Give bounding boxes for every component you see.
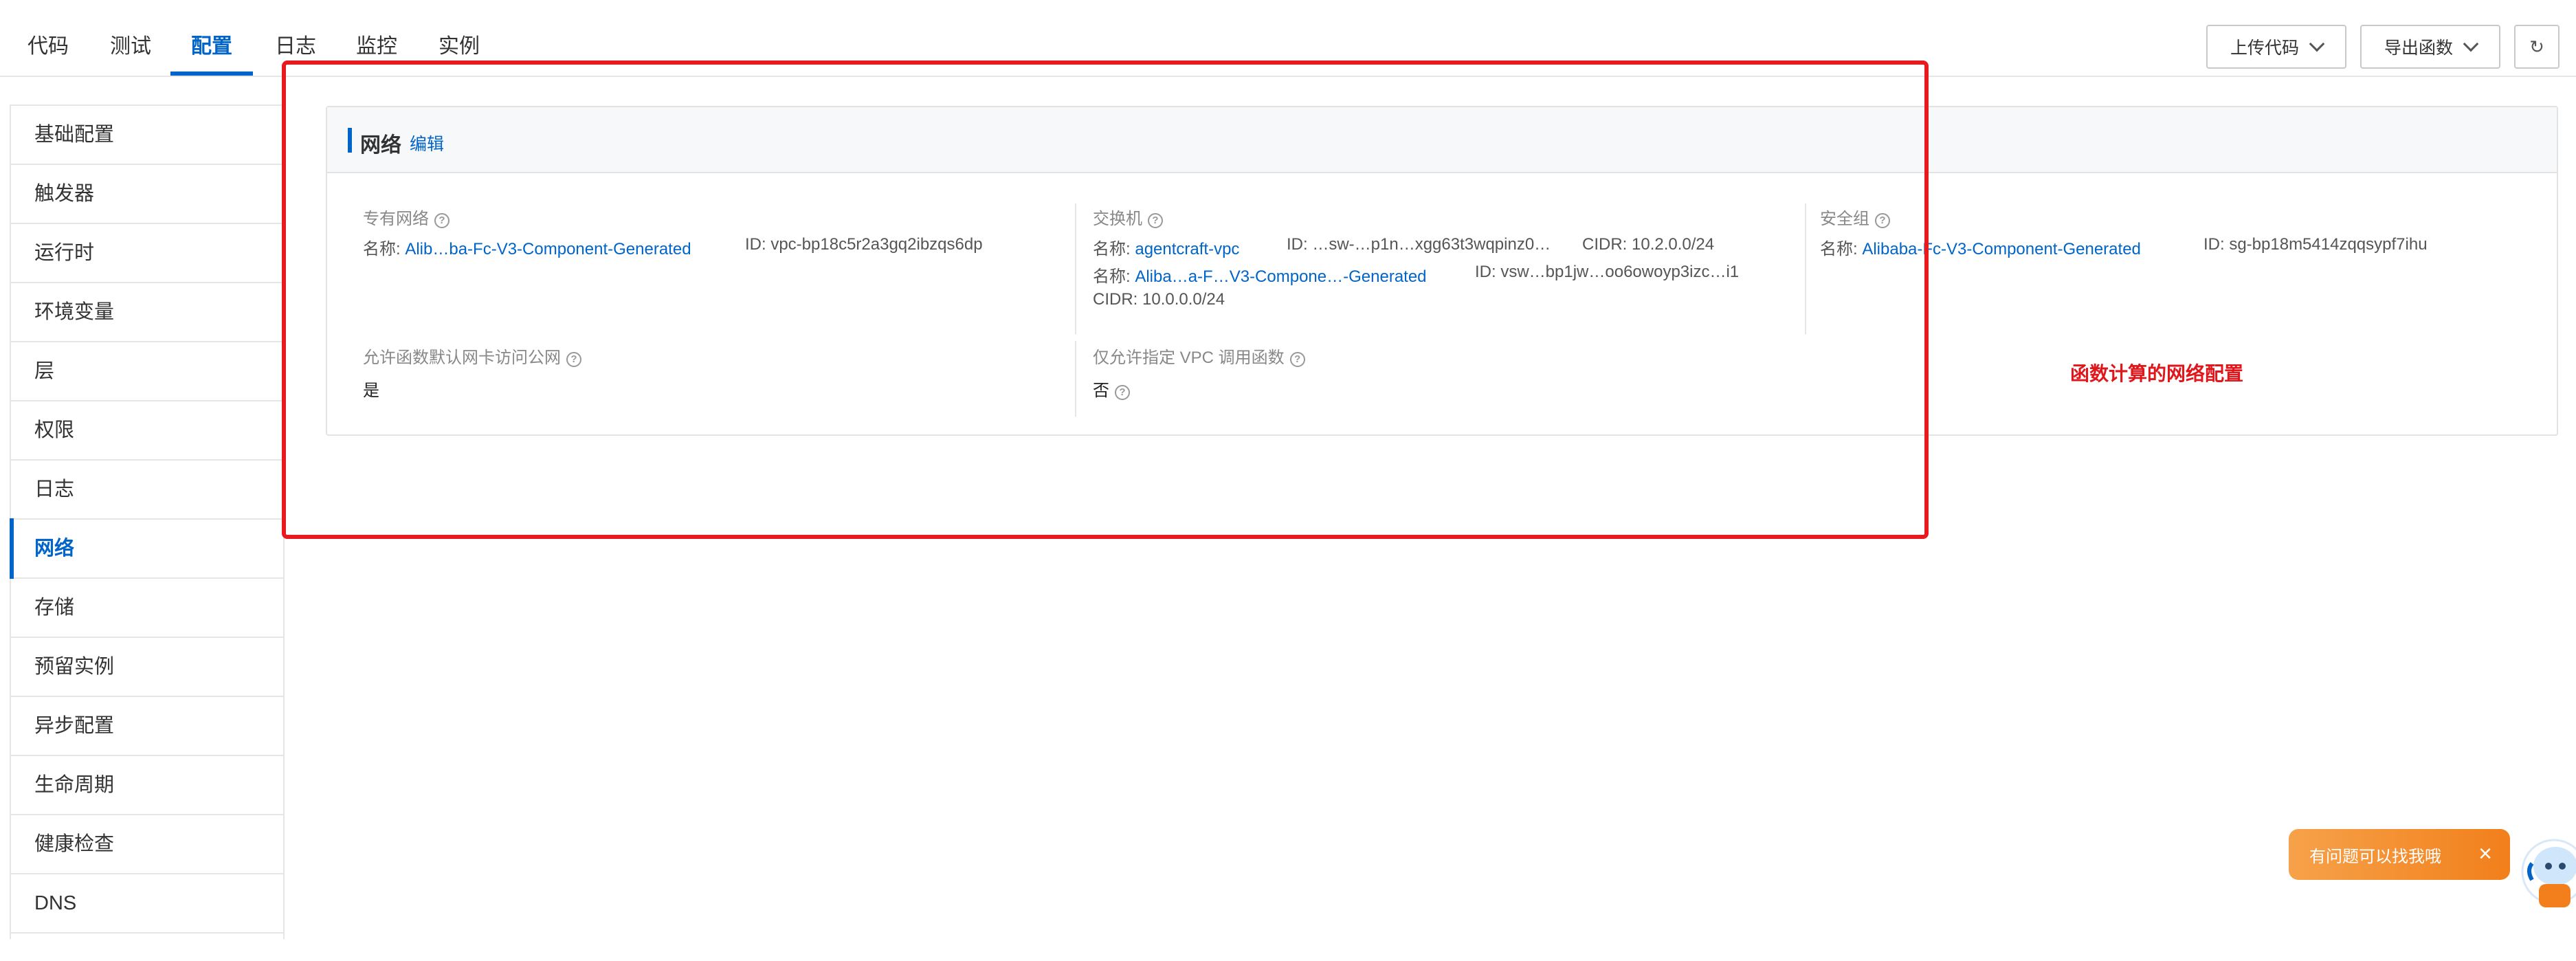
sidebar-item-provisioned[interactable]: 预留实例: [11, 638, 283, 697]
upload-code-button[interactable]: 上传代码: [2206, 25, 2346, 69]
security-group-name-prefix: 名称:: [1820, 240, 1858, 258]
sidebar-item-layers[interactable]: 层: [11, 342, 283, 401]
vpc-id: ID: vpc-bp18c5r2a3gq2ibzqs6dp: [745, 235, 983, 254]
vswitch-label: 交换机?: [1093, 205, 1163, 229]
sidebar-item-lifecycle[interactable]: 生命周期: [11, 756, 283, 815]
security-group-id: ID: sg-bp18m5414zqqsypf7ihu: [2203, 235, 2428, 254]
vpc-name-prefix: 名称:: [363, 240, 401, 258]
column-divider: [1075, 341, 1076, 417]
column-divider: [1075, 203, 1076, 334]
help-icon[interactable]: ?: [1148, 213, 1163, 228]
tab-code[interactable]: 代码: [27, 30, 69, 76]
sidebar-item-permissions[interactable]: 权限: [11, 401, 283, 461]
network-panel: 网络 编辑 专有网络? 名称: Alib…ba-Fc-V3-Component-…: [326, 106, 2558, 436]
vpc-invoke-only-row: 否?: [1093, 377, 1130, 401]
export-function-label: 导出函数: [2384, 38, 2453, 58]
vswitch-row2-name: 名称: Aliba…a-F…V3-Compone…-Generated: [1093, 263, 1427, 287]
vswitch-name-link[interactable]: agentcraft-vpc: [1135, 240, 1239, 258]
sidebar-item-logs[interactable]: 日志: [11, 461, 283, 520]
help-icon[interactable]: ?: [434, 213, 449, 228]
help-icon[interactable]: ?: [566, 352, 581, 367]
sidebar-item-basic[interactable]: 基础配置: [11, 106, 283, 165]
help-widget[interactable]: 有问题可以找我哦 ×: [2289, 829, 2510, 880]
assistant-avatar-icon[interactable]: [2518, 836, 2576, 913]
refresh-icon: ↻: [2529, 36, 2544, 57]
vpc-name-link[interactable]: Alib…ba-Fc-V3-Component-Generated: [405, 240, 691, 258]
internet-access-label: 允许函数默认网卡访问公网?: [363, 344, 581, 368]
vpc-label: 专有网络?: [363, 205, 449, 229]
vpc-name-row: 名称: Alib…ba-Fc-V3-Component-Generated: [363, 235, 691, 259]
refresh-button[interactable]: ↻: [2514, 25, 2560, 69]
help-icon[interactable]: ?: [1289, 352, 1305, 367]
network-edit-link[interactable]: 编辑: [410, 131, 444, 155]
export-function-button[interactable]: 导出函数: [2360, 25, 2500, 69]
sidebar-item-health-check[interactable]: 健康检查: [11, 815, 283, 874]
vswitch-name-prefix: 名称:: [1093, 267, 1131, 286]
tab-test[interactable]: 测试: [110, 30, 151, 76]
chevron-down-icon: [2309, 36, 2325, 52]
sidebar-item-async[interactable]: 异步配置: [11, 697, 283, 756]
annotation-text: 函数计算的网络配置: [2070, 363, 2244, 384]
internet-access-value: 是: [363, 382, 379, 400]
security-group-name-link[interactable]: Alibaba-Fc-V3-Component-Generated: [1862, 240, 2141, 258]
config-sidebar: 基础配置 触发器 运行时 环境变量 层 权限 日志 网络 存储 预留实例 异步配…: [10, 104, 285, 939]
network-panel-header: 网络 编辑: [327, 107, 2557, 173]
vswitch-name-prefix: 名称:: [1093, 240, 1131, 258]
vswitch-row1-name: 名称: agentcraft-vpc: [1093, 235, 1239, 259]
sidebar-item-runtime[interactable]: 运行时: [11, 224, 283, 283]
help-icon[interactable]: ?: [1115, 385, 1130, 400]
top-tab-bar: 代码 测试 配置 日志 监控 实例 上传代码 导出函数 ↻: [0, 0, 2576, 77]
tab-config[interactable]: 配置: [191, 30, 232, 76]
sidebar-item-storage[interactable]: 存储: [11, 579, 283, 638]
tab-monitor[interactable]: 监控: [356, 30, 397, 76]
sidebar-item-env-vars[interactable]: 环境变量: [11, 283, 283, 342]
vswitch-row3-cidr: CIDR: 10.0.0.0/24: [1093, 290, 1225, 309]
section-marker: [348, 128, 352, 153]
security-group-name-row: 名称: Alibaba-Fc-V3-Component-Generated: [1820, 235, 2141, 259]
upload-code-label: 上传代码: [2230, 38, 2299, 58]
sidebar-item-dns[interactable]: DNS: [11, 874, 283, 934]
vpc-invoke-only-value: 否: [1093, 382, 1109, 400]
vswitch-name-link[interactable]: Aliba…a-F…V3-Compone…-Generated: [1135, 267, 1426, 286]
vswitch-row1-id: ID: …sw-…p1n…xgg63t3wqpinz0…: [1287, 235, 1551, 254]
sidebar-item-triggers[interactable]: 触发器: [11, 165, 283, 224]
tab-logs[interactable]: 日志: [275, 30, 316, 76]
help-widget-text: 有问题可以找我哦: [2309, 847, 2441, 866]
active-tab-indicator: [170, 71, 253, 76]
network-title: 网络: [360, 134, 401, 157]
sidebar-item-network[interactable]: 网络: [10, 518, 283, 579]
security-group-label: 安全组?: [1820, 205, 1890, 229]
chevron-down-icon: [2463, 36, 2479, 52]
vswitch-row2-id: ID: vsw…bp1jw…oo6owoyp3izc…i1: [1475, 263, 1740, 281]
vpc-invoke-only-label: 仅允许指定 VPC 调用函数?: [1093, 344, 1305, 368]
vswitch-row1-cidr: CIDR: 10.2.0.0/24: [1582, 235, 1715, 254]
help-icon[interactable]: ?: [1875, 213, 1890, 228]
column-divider: [1805, 203, 1806, 334]
tab-instances[interactable]: 实例: [438, 30, 480, 76]
close-icon[interactable]: ×: [2478, 841, 2492, 866]
